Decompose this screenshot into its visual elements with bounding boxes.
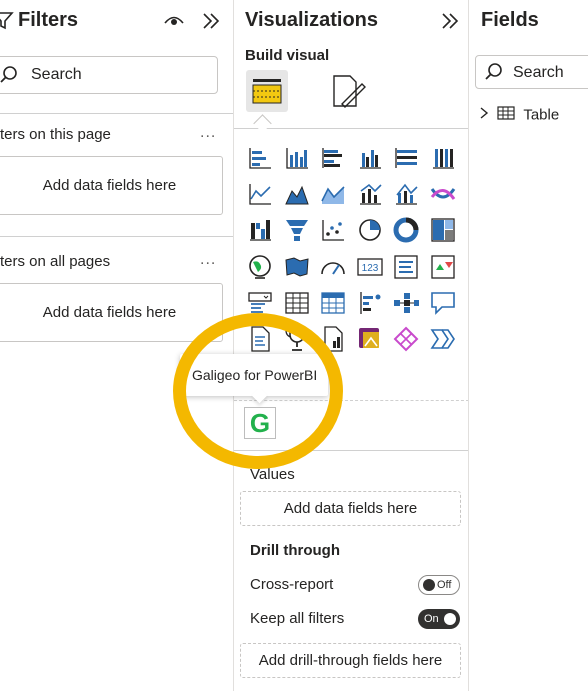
fields-search-input[interactable]: Search (475, 55, 588, 89)
waterfall-chart-icon[interactable] (245, 215, 275, 245)
drill-through-drop-well[interactable]: Add drill-through fields here (240, 643, 461, 678)
pie-chart-icon[interactable] (355, 215, 385, 245)
keep-all-filters-label: Keep all filters (250, 610, 345, 627)
toggle-state: Off (437, 579, 452, 591)
filters-on-page-title: ters on this page (0, 126, 111, 143)
build-visual-tab[interactable] (246, 70, 288, 112)
area-chart-icon[interactable] (282, 179, 312, 209)
filters-all-pages-title: ters on all pages (0, 253, 111, 270)
qa-icon[interactable] (428, 288, 458, 318)
divider (0, 236, 233, 237)
line-and-stacked-column-chart-icon[interactable] (391, 179, 421, 209)
search-icon (484, 62, 504, 82)
filters-title: Filters (18, 9, 79, 31)
cross-report-toggle[interactable]: Off (418, 575, 460, 595)
highlight-circle (173, 313, 343, 469)
format-visual-tab[interactable] (328, 72, 370, 114)
gauge-icon[interactable] (318, 252, 348, 282)
search-icon (0, 65, 19, 85)
filters-page-drop-well[interactable]: Add data fields here (0, 156, 223, 215)
table-icon[interactable] (282, 288, 312, 318)
key-influencers-icon[interactable] (355, 288, 385, 318)
matrix-icon[interactable] (318, 288, 348, 318)
collapse-visualizations-icon[interactable] (439, 10, 461, 32)
more-options-icon[interactable]: ... (200, 251, 216, 269)
map-icon[interactable] (245, 252, 275, 282)
collapse-filters-icon[interactable] (200, 10, 222, 32)
tab-indicator (253, 114, 272, 133)
fields-title: Fields (481, 9, 539, 31)
kpi-icon[interactable] (428, 252, 458, 282)
decomposition-tree-icon[interactable] (391, 288, 421, 318)
fields-pane: Fields Search Table (469, 0, 588, 691)
line-chart-icon[interactable] (245, 179, 275, 209)
funnel-chart-icon[interactable] (282, 215, 312, 245)
chevron-right-icon[interactable] (479, 106, 493, 124)
multi-row-card-icon[interactable] (391, 252, 421, 282)
stacked-column-chart-icon[interactable] (282, 143, 312, 173)
filters-search-input[interactable]: Search (0, 56, 218, 94)
build-visual-icon (252, 79, 282, 104)
filled-map-icon[interactable] (282, 252, 312, 282)
power-automate-icon[interactable] (391, 324, 421, 354)
toggle-knob (423, 579, 435, 591)
field-list-item-table[interactable]: Table (479, 106, 559, 124)
power-apps-icon[interactable] (355, 324, 385, 354)
divider (0, 113, 233, 114)
filter-icon (0, 9, 14, 31)
scatter-chart-icon[interactable] (318, 215, 348, 245)
line-and-column-chart-icon[interactable] (355, 179, 385, 209)
donut-chart-icon[interactable] (391, 215, 421, 245)
toggle-knob (444, 613, 456, 625)
build-visual-label: Build visual (245, 47, 330, 64)
stacked-area-chart-icon[interactable] (318, 179, 348, 209)
100-stacked-column-chart-icon[interactable] (428, 143, 458, 173)
ribbon-chart-icon[interactable] (428, 179, 458, 209)
clustered-bar-chart-icon[interactable] (318, 143, 348, 173)
more-visuals-icon[interactable] (428, 324, 458, 354)
100-stacked-bar-chart-icon[interactable] (391, 143, 421, 173)
svg-text:123: 123 (361, 263, 378, 274)
divider (234, 128, 468, 129)
drill-through-title: Drill through (250, 542, 340, 559)
toggle-state: On (424, 613, 439, 625)
format-visual-icon (333, 75, 366, 108)
filters-all-pages-drop-well[interactable]: Add data fields here (0, 283, 223, 342)
keep-all-filters-toggle[interactable]: On (418, 609, 460, 629)
treemap-icon[interactable] (428, 215, 458, 245)
visualizations-title: Visualizations (245, 9, 379, 31)
more-options-icon[interactable]: ... (200, 124, 216, 142)
table-name: Table (523, 106, 560, 124)
table-icon (497, 106, 519, 124)
cross-report-label: Cross-report (250, 576, 334, 593)
stacked-bar-chart-icon[interactable] (245, 143, 275, 173)
card-icon[interactable]: 123 (355, 252, 385, 282)
clustered-column-chart-icon[interactable] (355, 143, 385, 173)
search-placeholder: Search (513, 64, 564, 81)
search-placeholder: Search (31, 66, 82, 83)
eye-icon[interactable] (163, 10, 185, 32)
values-drop-well[interactable]: Add data fields here (240, 491, 461, 526)
